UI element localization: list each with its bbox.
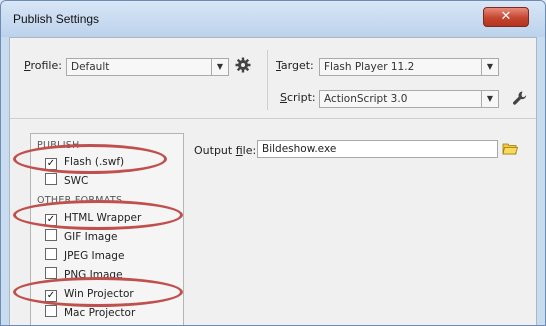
target-dropdown[interactable]: Flash Player 11.2 ▼ xyxy=(319,58,499,76)
checkbox-checked-icon[interactable]: ✓ xyxy=(45,290,57,302)
checkbox-unchecked-icon[interactable] xyxy=(45,173,57,185)
profile-value: Default xyxy=(71,61,110,73)
formats-panel: PUBLISH ✓ Flash (.swf) SWC OTHER FORMATS … xyxy=(30,133,184,325)
chevron-down-icon: ▼ xyxy=(211,59,228,75)
vertical-divider xyxy=(267,50,268,110)
chevron-down-icon: ▼ xyxy=(481,91,498,107)
checkbox-unchecked-icon[interactable] xyxy=(45,248,57,260)
output-file-value: Bildeshow.exe xyxy=(262,143,337,155)
script-dropdown[interactable]: ActionScript 3.0 ▼ xyxy=(319,90,499,108)
checkbox-checked-icon[interactable]: ✓ xyxy=(45,214,57,226)
gear-icon[interactable] xyxy=(235,57,251,76)
format-item-mac-projector[interactable]: Mac Projector xyxy=(45,305,135,321)
other-formats-section-header: OTHER FORMATS xyxy=(37,195,123,206)
dialog-content: Profile: Default ▼ Target: Flash Player … xyxy=(9,37,537,325)
output-file-label: Output file: xyxy=(194,144,257,157)
wrench-icon[interactable] xyxy=(512,90,528,109)
format-item-win-projector[interactable]: ✓ Win Projector xyxy=(45,286,134,302)
checkbox-unchecked-icon[interactable] xyxy=(45,267,57,279)
window-title: Publish Settings xyxy=(13,12,100,26)
profile-dropdown[interactable]: Default ▼ xyxy=(66,58,229,76)
checkbox-unchecked-icon[interactable] xyxy=(45,229,57,241)
profile-label: Profile: xyxy=(24,59,62,72)
checkbox-unchecked-icon[interactable] xyxy=(45,305,57,317)
format-item-swc[interactable]: SWC xyxy=(45,173,88,189)
publish-section-header: PUBLISH xyxy=(37,140,80,151)
target-value: Flash Player 11.2 xyxy=(324,61,415,73)
folder-icon[interactable] xyxy=(502,141,519,159)
publish-settings-dialog: Publish Settings ✕ Profile: Default ▼ Ta… xyxy=(0,0,546,326)
checkbox-checked-icon[interactable]: ✓ xyxy=(45,158,57,170)
chevron-down-icon: ▼ xyxy=(481,59,498,75)
title-bar: Publish Settings ✕ xyxy=(1,1,545,37)
close-button[interactable]: ✕ xyxy=(483,7,529,27)
horizontal-divider xyxy=(10,118,536,119)
script-label: Script: xyxy=(280,91,316,104)
format-item-html-wrapper[interactable]: ✓ HTML Wrapper xyxy=(45,210,141,226)
target-label: Target: xyxy=(276,59,314,72)
output-file-input[interactable]: Bildeshow.exe xyxy=(257,140,498,158)
format-item-png[interactable]: PNG Image xyxy=(45,267,123,283)
format-item-gif[interactable]: GIF Image xyxy=(45,229,118,245)
script-value: ActionScript 3.0 xyxy=(324,93,408,105)
format-item-jpeg[interactable]: JPEG Image xyxy=(45,248,124,264)
format-item-flash[interactable]: ✓ Flash (.swf) xyxy=(45,154,124,170)
